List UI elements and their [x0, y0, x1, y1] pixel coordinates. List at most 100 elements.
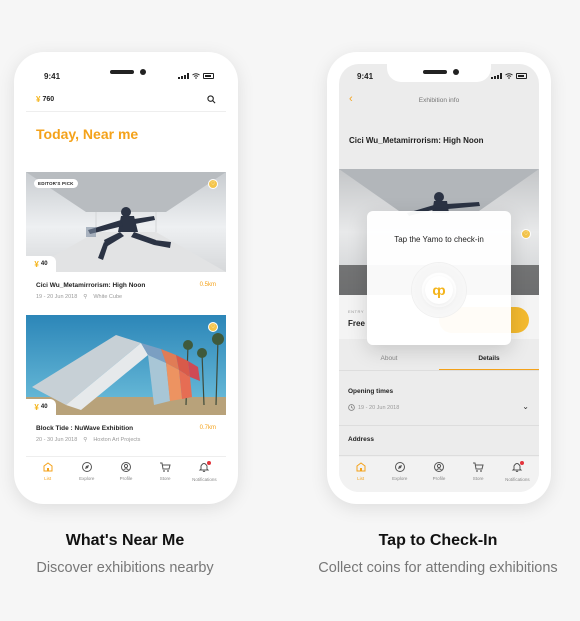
pin-icon: ⚲: [83, 294, 88, 300]
phone-near-me: 9:41 ¥ 760 Today, Near me EDITOR'S PICK …: [14, 52, 238, 504]
tab-label: List: [357, 476, 365, 481]
tab-explore[interactable]: Explore: [69, 461, 105, 492]
coin-icon: ¥: [34, 259, 39, 269]
coin-icon: ¥: [36, 95, 41, 104]
caption-subtitle: Discover exhibitions nearby: [36, 560, 214, 576]
coin-reward: 40: [40, 261, 48, 267]
exhibition-photo: [26, 315, 226, 415]
nav-title: Exhibition info: [418, 96, 460, 104]
exhibition-dates: 20 - 30 Jun 2018: [36, 437, 78, 443]
caption-check-in: Tap to Check-In Collect coins for attend…: [293, 532, 580, 576]
chevron-down-icon[interactable]: ⌄: [522, 402, 529, 411]
tab-profile[interactable]: Profile: [421, 461, 457, 492]
distance: 0.7km: [199, 425, 216, 431]
phone-notch: [387, 64, 491, 82]
check-in-modal: Tap the Yamo to check-in ȹ: [367, 211, 511, 345]
exhibition-title: Cici Wu_Metamirrorism: High Noon: [36, 282, 146, 289]
battery-icon: [516, 73, 527, 79]
tab-notifications[interactable]: Notifications: [186, 461, 222, 492]
divider: [339, 425, 539, 426]
exhibition-dates: 19 - 20 Jun 2018: [36, 294, 78, 300]
tab-store[interactable]: Store: [460, 461, 496, 492]
status-time: 9:41: [357, 71, 374, 81]
signal-icon: [178, 73, 189, 79]
explore-icon: [394, 462, 405, 472]
coin-icon: ¥: [34, 402, 39, 412]
tab-list[interactable]: List: [30, 461, 66, 492]
back-icon[interactable]: ‹: [349, 93, 353, 105]
caption-near-me: What's Near Me Discover exhibitions near…: [0, 532, 270, 576]
detail-tabs: About Details: [339, 347, 539, 371]
tab-label: Explore: [79, 476, 95, 481]
tab-explore[interactable]: Explore: [382, 461, 418, 492]
exhibition-card[interactable]: EDITOR'S PICK ♡ ¥40 Cici Wu_Metamirroris…: [26, 172, 226, 304]
clock-icon: [348, 404, 355, 411]
profile-icon: [433, 462, 444, 472]
exhibition-venue: Hoxton Art Projects: [93, 437, 141, 443]
tab-list[interactable]: List: [343, 461, 379, 492]
signal-icon: [491, 73, 502, 79]
caption-title: Tap to Check-In: [378, 532, 498, 549]
wifi-icon: [505, 73, 513, 79]
tab-label: Notifications: [505, 477, 530, 482]
tab-bar: List Explore Profile Store Notifications: [339, 456, 539, 492]
heart-icon[interactable]: ♡: [208, 179, 218, 189]
notification-dot: [520, 461, 525, 465]
store-icon: [160, 462, 171, 472]
status-time: 9:41: [44, 71, 61, 81]
search-icon[interactable]: [207, 95, 216, 104]
top-bar: ¥ 760: [26, 88, 226, 112]
tab-about[interactable]: About: [339, 347, 439, 370]
tab-notifications[interactable]: Notifications: [499, 461, 535, 492]
distance: 0.5km: [199, 282, 216, 288]
caption-title: What's Near Me: [65, 532, 185, 549]
battery-icon: [203, 73, 214, 79]
exhibition-meta: 19 - 20 Jun 2018 ⚲ White Cube: [36, 294, 122, 300]
exhibition-card[interactable]: ♡ ¥40 Block Tide : NuWave Exhibition 0.7…: [26, 315, 226, 447]
wifi-icon: [192, 73, 200, 79]
store-icon: [473, 462, 484, 472]
tab-label: List: [44, 476, 52, 481]
notification-dot: [207, 461, 212, 465]
opening-times-value: 19 - 20 Jun 2018: [358, 404, 400, 411]
tab-profile[interactable]: Profile: [108, 461, 144, 492]
check-in-prompt: Tap the Yamo to check-in: [394, 235, 484, 244]
list-icon: [356, 462, 366, 472]
exhibition-venue: White Cube: [93, 294, 123, 300]
coin-reward-tag: ¥40: [26, 399, 56, 415]
opening-times: 19 - 20 Jun 2018: [348, 404, 399, 411]
exhibition-title: Block Tide : NuWave Exhibition: [36, 425, 134, 432]
caption-subtitle: Collect coins for attending exhibitions: [318, 560, 558, 576]
exhibition-title: Cici Wu_Metamirrorism: High Noon: [349, 136, 484, 145]
tab-label: Profile: [119, 476, 133, 481]
tab-label: Explore: [392, 476, 408, 481]
tab-store[interactable]: Store: [147, 461, 183, 492]
tab-label: Store: [472, 476, 484, 481]
exhibition-meta: 20 - 30 Jun 2018 ⚲ Hoxton Art Projects: [36, 437, 140, 443]
coin-count: 760: [42, 96, 55, 103]
yamo-icon[interactable]: ȹ: [425, 276, 453, 304]
editors-pick-badge: EDITOR'S PICK: [34, 179, 78, 188]
explore-icon: [81, 462, 92, 472]
address-label: Address: [348, 436, 375, 443]
opening-times-label: Opening times: [348, 388, 394, 395]
heart-icon[interactable]: ♡: [208, 322, 218, 332]
tab-label: Profile: [432, 476, 446, 481]
yamo-ring[interactable]: ȹ: [412, 263, 466, 317]
list-icon: [43, 462, 53, 472]
pin-icon: ⚲: [83, 437, 88, 443]
tab-details[interactable]: Details: [439, 347, 539, 370]
tab-bar: List Explore Profile Store Notifications: [26, 456, 226, 492]
coin-balance[interactable]: ¥ 760: [36, 95, 54, 104]
coin-reward: 40: [40, 404, 48, 410]
heart-icon[interactable]: ♡: [521, 229, 531, 239]
page-title: Today, Near me: [36, 126, 139, 142]
coin-reward-tag: ¥40: [26, 256, 56, 272]
profile-icon: [120, 462, 131, 472]
screen-near-me: 9:41 ¥ 760 Today, Near me EDITOR'S PICK …: [26, 64, 226, 492]
entry-label: ENTRY: [348, 309, 364, 314]
tab-label: Store: [159, 476, 171, 481]
entry-value: Free: [348, 319, 365, 328]
nav-bar: ‹ Exhibition info: [339, 88, 539, 112]
tab-label: Notifications: [192, 477, 217, 482]
